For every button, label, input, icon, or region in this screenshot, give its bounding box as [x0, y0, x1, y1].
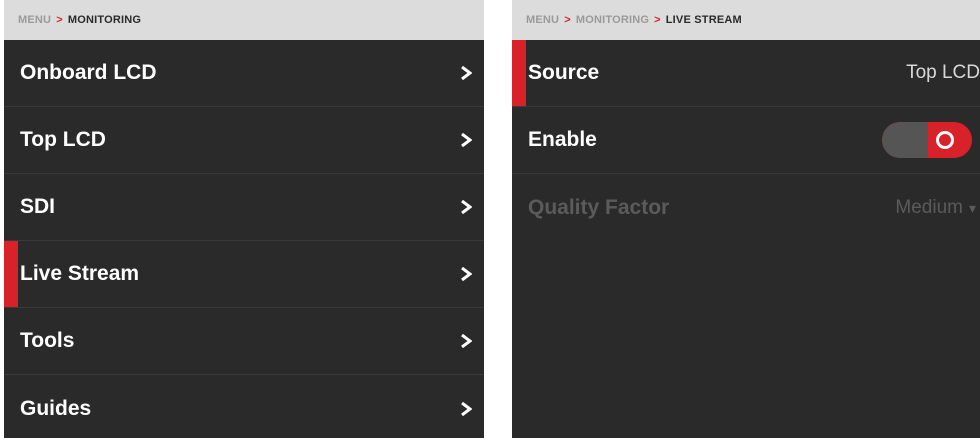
breadcrumb-separator: > [564, 14, 571, 26]
source-value[interactable]: Top LCD [906, 62, 980, 84]
chevron-right-icon [461, 267, 472, 281]
menu-item-label: Guides [20, 396, 92, 420]
quality-factor-select: Medium ▾ [895, 197, 976, 219]
toggle-track-off [882, 122, 928, 158]
breadcrumb-separator: > [654, 14, 661, 26]
menu-item-label: Tools [20, 329, 75, 352]
breadcrumb-menu[interactable]: MENU [18, 14, 51, 26]
menu-item-top-lcd[interactable]: Top LCD [4, 107, 484, 174]
chevron-right-icon [461, 200, 472, 214]
chevron-right-icon [461, 334, 472, 348]
menu-item-guides[interactable]: Guides [4, 375, 484, 438]
menu-item-tools[interactable]: Tools [4, 308, 484, 375]
chevron-right-icon [461, 66, 472, 80]
breadcrumb-current: MONITORING [67, 14, 142, 26]
menu-item-label: SDI [20, 195, 56, 218]
enable-toggle[interactable] [882, 122, 972, 158]
chevron-right-icon [461, 133, 472, 147]
setting-row-quality-factor: Quality Factor Medium ▾ [512, 174, 980, 241]
quality-factor-value: Medium [895, 196, 963, 218]
menu-item-label: Live Stream [20, 262, 140, 285]
enable-label: Enable [528, 128, 597, 151]
menu-item-onboard-lcd[interactable]: Onboard LCD [4, 40, 484, 107]
setting-row-enable: Enable [512, 107, 980, 174]
menu-item-label: Top LCD [20, 128, 106, 151]
live-stream-settings-panel: MENU > MONITORING > LIVE STREAM Source T… [512, 0, 980, 438]
menu-item-live-stream[interactable]: Live Stream [4, 241, 484, 308]
monitoring-menu-panel: MENU > MONITORING Onboard LCD Top LCD SD… [4, 0, 484, 438]
breadcrumb-current: LIVE STREAM [665, 14, 742, 26]
chevron-down-icon: ▾ [968, 199, 976, 216]
breadcrumb-menu[interactable]: MENU [526, 14, 559, 26]
toggle-on-indicator-icon [936, 131, 954, 149]
quality-factor-label: Quality Factor [528, 195, 670, 219]
breadcrumb: MENU > MONITORING > LIVE STREAM [512, 0, 980, 40]
breadcrumb: MENU > MONITORING [4, 0, 484, 40]
source-label: Source [528, 61, 600, 84]
menu-item-label: Onboard LCD [20, 61, 157, 84]
breadcrumb-monitoring[interactable]: MONITORING [576, 14, 649, 26]
chevron-right-icon [461, 401, 472, 416]
setting-row-source[interactable]: Source Top LCD [512, 40, 980, 107]
menu-item-sdi[interactable]: SDI [4, 174, 484, 241]
breadcrumb-separator: > [56, 14, 63, 26]
